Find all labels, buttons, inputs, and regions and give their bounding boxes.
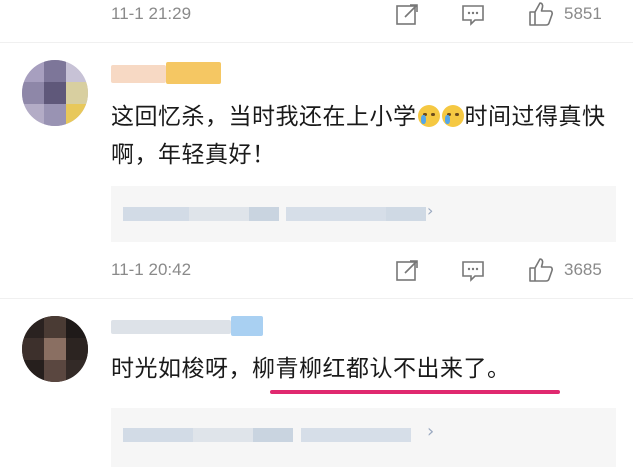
comment-time: 11-1 21:29: [111, 4, 192, 23]
like-icon[interactable]: [527, 0, 555, 28]
share-icon[interactable]: [395, 2, 421, 28]
highlighted-text: 柳青柳红都认不出来了。: [252, 356, 511, 382]
comment-time: 11-1 20:42: [111, 260, 192, 279]
avatar[interactable]: [22, 60, 88, 126]
share-icon[interactable]: [395, 258, 421, 284]
divider: [0, 298, 633, 299]
comment-icon[interactable]: [461, 2, 487, 28]
username-blurred[interactable]: [111, 65, 166, 83]
divider: [0, 42, 633, 43]
comment-text: 这回忆杀，当时我还在上小学 时间过得真快啊，年轻真好！: [111, 104, 606, 168]
comment-item-2: 这回忆杀，当时我还在上小学 时间过得真快啊，年轻真好！ ›: [0, 48, 633, 288]
comment-meta-row-2: 11-1 20:42 3685: [0, 254, 633, 288]
crying-face-icon: [417, 105, 440, 127]
comment-item-3: 时光如梭呀，柳青柳红都认不出来了。 ›: [0, 300, 633, 467]
reply-preview[interactable]: ›: [111, 408, 616, 467]
chevron-right-icon[interactable]: ›: [427, 421, 434, 442]
username-blurred[interactable]: [111, 320, 231, 334]
avatar[interactable]: [22, 316, 88, 382]
highlight-underline: [270, 390, 560, 394]
like-icon[interactable]: [527, 256, 555, 284]
reply-preview[interactable]: ›: [111, 186, 616, 242]
chevron-right-icon[interactable]: ›: [427, 201, 433, 220]
comment-icon[interactable]: [461, 258, 487, 284]
comment-text: 时光如梭呀，柳青柳红都认不出来了。: [111, 356, 511, 382]
like-count: 3685: [564, 260, 602, 279]
crying-face-icon: [441, 105, 464, 127]
user-badge-blurred: [231, 316, 263, 336]
comment-meta-row-1: 11-1 21:29 5851: [0, 0, 633, 34]
user-badge-blurred: [166, 62, 221, 84]
like-count: 5851: [564, 4, 602, 23]
